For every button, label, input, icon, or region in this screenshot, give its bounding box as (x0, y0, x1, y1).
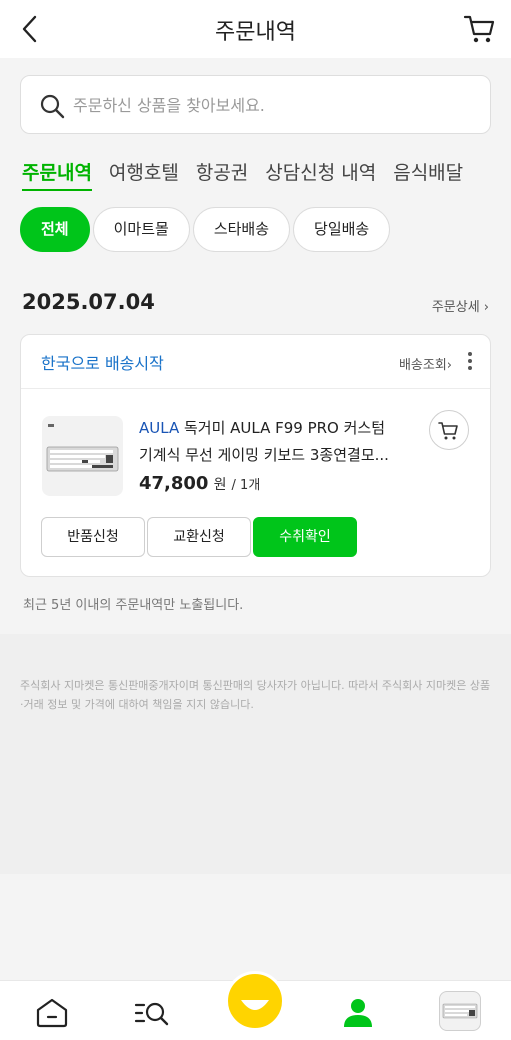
product-name[interactable]: AULA 독거미 AULA F99 PRO 커스텀 기계식 무선 게이밍 키보드… (139, 415, 424, 469)
product-thumbnail[interactable] (42, 416, 123, 496)
more-options-button[interactable] (466, 352, 474, 372)
category-search-icon (134, 1002, 169, 1026)
tab-flights[interactable]: 항공권 (196, 158, 248, 191)
tab-orders[interactable]: 주문내역 (22, 158, 92, 191)
tab-food-delivery[interactable]: 음식배달 (393, 158, 463, 191)
person-icon (344, 999, 372, 1027)
filter-emart[interactable]: 이마트몰 (92, 207, 190, 252)
order-actions: 반품신청 교환신청 수취확인 (41, 517, 359, 557)
product-price: 47,800 (139, 473, 209, 494)
add-to-cart-button[interactable] (429, 410, 469, 450)
cart-icon (438, 422, 458, 440)
search-input[interactable] (73, 88, 473, 122)
nav-recent-item[interactable] (439, 991, 481, 1031)
order-detail-link[interactable]: 주문상세 › (432, 296, 489, 315)
top-header: 주문내역 (0, 0, 511, 58)
nav-category-search[interactable] (133, 993, 173, 1033)
product-quantity: / 1개 (231, 478, 261, 493)
filter-chips: 전체 이마트몰 스타배송 당일배송 (20, 207, 393, 253)
confirm-receipt-button[interactable]: 수취확인 (253, 517, 357, 557)
history-notice: 최근 5년 이내의 주문내역만 노출됩니다. (23, 598, 244, 613)
product-name-line2: 기계식 무선 게이밍 키보드 3종연결모... (139, 446, 389, 464)
filter-same-day[interactable]: 당일배송 (293, 207, 391, 252)
search-icon (40, 94, 65, 119)
footer-disclaimer: 주식회사 지마켓은 통신판매중개자이며 통신판매의 당사자가 아닙니다. 따라서… (20, 679, 491, 711)
return-request-button[interactable]: 반품신청 (41, 517, 145, 557)
home-icon (36, 998, 68, 1028)
tab-consultations[interactable]: 상담신청 내역 (265, 158, 376, 191)
order-date: 2025.07.04 (22, 290, 155, 314)
nav-my-page[interactable] (338, 993, 378, 1033)
smile-icon (241, 1000, 269, 1010)
price-row: 47,800 원 / 1개 (139, 473, 260, 494)
nav-home[interactable] (32, 993, 72, 1033)
order-card-header: 한국으로 배송시작 배송조회› (21, 335, 490, 389)
search-box[interactable] (20, 75, 491, 134)
order-card: 한국으로 배송시작 배송조회› AULA 독거미 AULA F99 PRO 커스… (20, 334, 491, 577)
more-vertical-icon (468, 352, 472, 356)
price-unit: 원 (213, 477, 227, 493)
footer: 주식회사 지마켓은 통신판매중개자이며 통신판매의 당사자가 아닙니다. 따라서… (0, 634, 511, 874)
filter-all[interactable]: 전체 (20, 207, 90, 252)
nav-smile-button[interactable] (225, 971, 285, 1031)
shipping-status: 한국으로 배송시작 (41, 354, 164, 373)
product-name-line1: 독거미 AULA F99 PRO 커스텀 (179, 419, 386, 437)
track-delivery-link[interactable]: 배송조회› (399, 354, 452, 373)
cart-icon (463, 15, 495, 43)
filter-star-delivery[interactable]: 스타배송 (192, 207, 291, 252)
keyboard-image (46, 424, 119, 472)
product-brand: AULA (139, 419, 180, 437)
recent-product-thumbnail (442, 1003, 478, 1019)
page-title: 주문내역 (215, 20, 296, 45)
bottom-navigation (0, 971, 511, 1040)
cart-button[interactable] (463, 12, 497, 46)
exchange-request-button[interactable]: 교환신청 (147, 517, 251, 557)
tab-travel-hotel[interactable]: 여행호텔 (109, 158, 179, 191)
order-type-tabs: 주문내역 여행호텔 항공권 상담신청 내역 음식배달 (22, 158, 511, 192)
